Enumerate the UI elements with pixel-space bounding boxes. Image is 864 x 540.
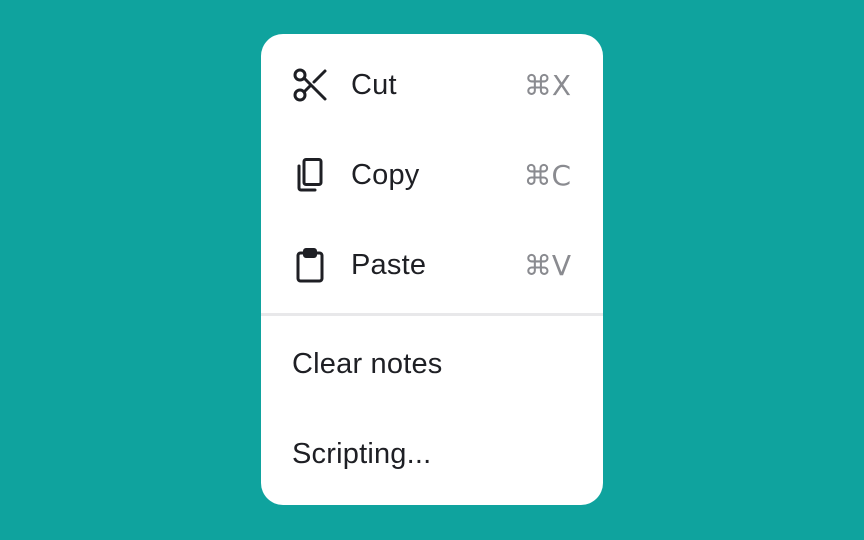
paste-shortcut: ⌘V xyxy=(523,248,571,282)
menu-item-scripting[interactable]: Scripting... xyxy=(261,409,603,499)
copy-icon xyxy=(292,155,332,195)
menu-item-clear-notes[interactable]: Clear notes xyxy=(261,319,603,409)
menu-item-copy[interactable]: Copy ⌘C xyxy=(261,130,603,220)
copy-label: Copy xyxy=(351,158,420,191)
clipboard-icon xyxy=(292,245,332,285)
menu-item-cut[interactable]: Cut ⌘X xyxy=(261,40,603,130)
scissors-icon xyxy=(292,65,332,105)
clear-notes-label: Clear notes xyxy=(292,347,443,380)
scripting-label: Scripting... xyxy=(292,437,432,470)
menu-item-paste[interactable]: Paste ⌘V xyxy=(261,220,603,310)
paste-label: Paste xyxy=(351,248,427,281)
cut-label: Cut xyxy=(351,68,397,101)
cut-shortcut: ⌘X xyxy=(523,68,571,102)
menu-divider xyxy=(261,313,603,316)
copy-shortcut: ⌘C xyxy=(523,158,571,192)
context-menu: Cut ⌘X Copy ⌘C Paste ⌘V Clear notes Scri… xyxy=(261,34,603,505)
